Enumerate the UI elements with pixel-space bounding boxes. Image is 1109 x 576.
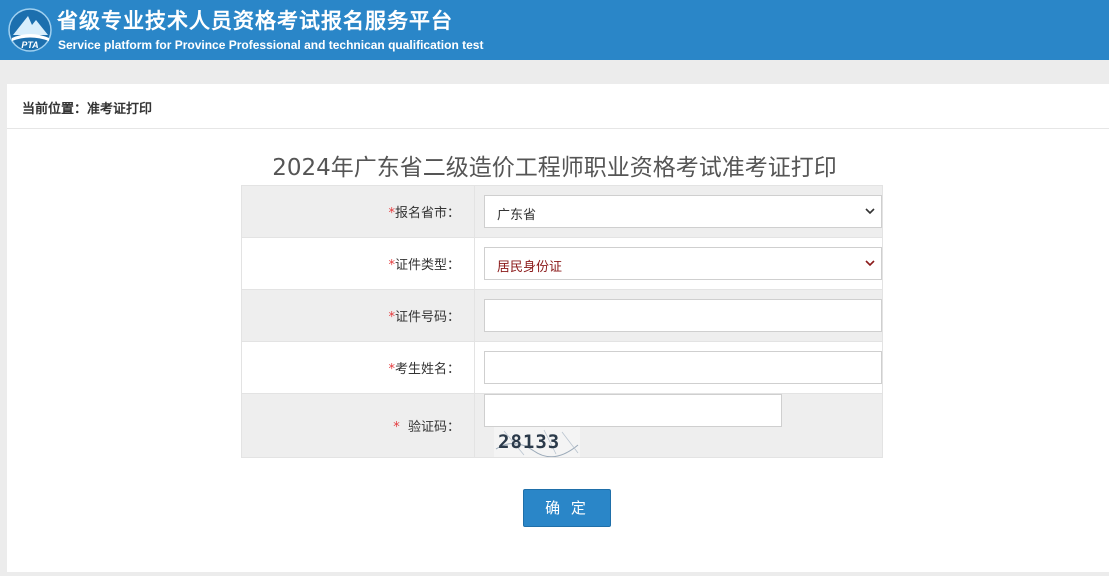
province-select[interactable]: 广东省 <box>484 195 882 228</box>
required-mark: * <box>393 420 404 435</box>
form-row-id-type: *证件类型： 居民身份证 <box>241 237 883 290</box>
breadcrumb-text: 当前位置：准考证打印 <box>22 102 153 117</box>
site-title: 省级专业技术人员资格考试报名服务平台 <box>57 9 453 33</box>
id-number-input[interactable] <box>484 299 882 332</box>
id-type-label: *证件类型： <box>241 237 475 290</box>
id-number-label-text: 证件号码： <box>394 310 460 325</box>
id-type-select-value: 居民身份证 <box>497 260 563 275</box>
chevron-down-icon <box>865 260 875 267</box>
name-label: *考生姓名： <box>241 341 475 394</box>
captcha-text: 28133 <box>498 431 560 453</box>
name-input[interactable] <box>484 351 882 384</box>
page-title: 2024年广东省二级造价工程师职业资格考试准考证打印 <box>272 155 837 181</box>
form-row-name: *考生姓名： <box>241 341 883 394</box>
confirm-button[interactable]: 确 定 <box>523 489 611 527</box>
captcha-input[interactable] <box>484 394 782 427</box>
form-row-id-number: *证件号码： <box>241 289 883 342</box>
captcha-image[interactable]: 28133 <box>494 427 580 458</box>
ticket-form: *报名省市： 广东省 *证件类型： 居民身份证 *证件号码： *考生姓名： * … <box>241 185 883 458</box>
province-select-value: 广东省 <box>497 208 537 223</box>
id-number-label: *证件号码： <box>241 289 475 342</box>
form-row-province: *报名省市： 广东省 <box>241 185 883 238</box>
province-label-text: 报名省市： <box>394 206 460 221</box>
form-row-captcha: * 验证码： 28133 <box>241 393 883 458</box>
pta-logo: PTA <box>8 8 52 52</box>
site-subtitle: Service platform for Province Profession… <box>58 38 484 52</box>
captcha-label: * 验证码： <box>241 393 475 458</box>
id-type-label-text: 证件类型： <box>394 258 460 273</box>
logo-text: PTA <box>21 40 38 50</box>
name-label-text: 考生姓名： <box>394 362 460 377</box>
id-type-select[interactable]: 居民身份证 <box>484 247 882 280</box>
province-label: *报名省市： <box>241 185 475 238</box>
chevron-down-icon <box>865 208 875 215</box>
captcha-label-text: 验证码： <box>407 420 460 435</box>
header-bar: PTA 省级专业技术人员资格考试报名服务平台 Service platform … <box>0 0 1109 60</box>
breadcrumb: 当前位置：准考证打印 <box>7 84 1109 129</box>
